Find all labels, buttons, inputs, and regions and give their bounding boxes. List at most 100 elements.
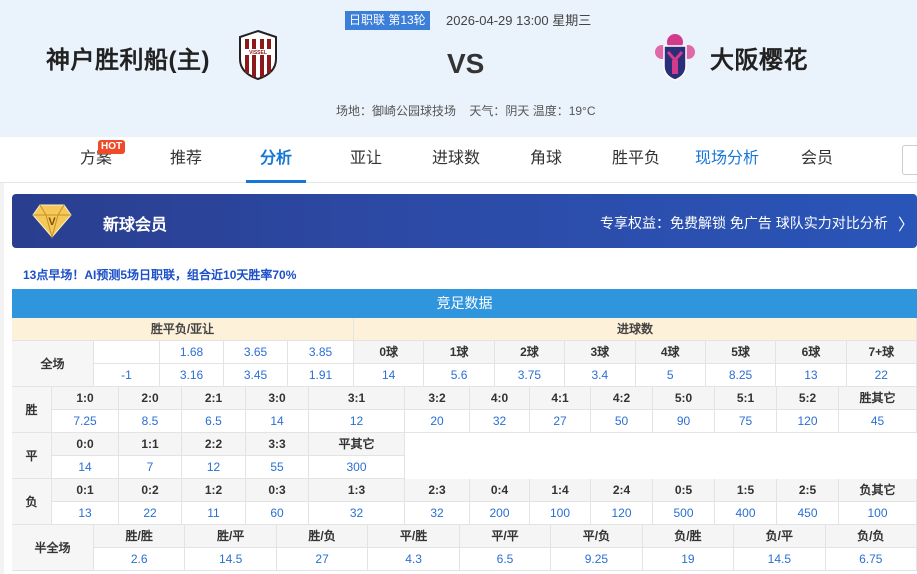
odds-cell[interactable]: 1.68 <box>160 341 224 364</box>
odds-cell[interactable]: -1 <box>94 364 160 387</box>
tab-asian-handicap[interactable]: 亚让 <box>350 137 382 183</box>
odds-cell[interactable]: 12 <box>182 456 246 479</box>
odds-cell[interactable]: 3.45 <box>224 364 288 387</box>
odds-cell[interactable]: 300 <box>309 456 405 479</box>
home-team-name[interactable]: 神户胜利船(主) <box>46 40 210 75</box>
odds-cell[interactable]: 11 <box>182 502 246 525</box>
goals-head-cell: 5球 <box>705 341 777 364</box>
full-time-label: 全场 <box>12 341 94 387</box>
odds-cell[interactable]: 4.3 <box>368 548 460 571</box>
venue-text: 场地：御崎公园球技场 <box>336 104 457 118</box>
odds-cell[interactable]: 6.75 <box>825 548 917 571</box>
odds-cell[interactable]: 8.25 <box>705 364 777 387</box>
member-banner[interactable]: V 新球会员 专享权益：免费解锁 免广告 球队实力对比分析 〉 <box>12 194 917 248</box>
odds-cell[interactable]: 90 <box>653 410 715 433</box>
odds-table: 竞足数据 <box>12 289 917 318</box>
odds-cell[interactable]: 500 <box>653 502 715 525</box>
odds-cell[interactable]: 8.5 <box>119 410 182 433</box>
score-head-cell: 胜其它 <box>839 387 917 410</box>
tab-recommend[interactable]: 推荐 <box>170 137 202 183</box>
odds-cell[interactable]: 120 <box>777 410 839 433</box>
match-header: 日职联 第13轮 2026-04-29 13:00 星期三 神户胜利船(主) V… <box>0 0 917 137</box>
tab-live-analysis[interactable]: 现场分析 <box>695 137 759 183</box>
goals-head-cell: 7+球 <box>846 341 917 364</box>
odds-cell[interactable]: 32 <box>470 410 530 433</box>
odds-cell[interactable]: 60 <box>246 502 309 525</box>
odds-cell[interactable]: 13 <box>776 364 847 387</box>
odds-cell[interactable]: 6.5 <box>182 410 246 433</box>
svg-text:V: V <box>48 216 56 228</box>
score-head-cell: 0:5 <box>653 479 715 502</box>
odds-cell[interactable]: 32 <box>405 502 470 525</box>
score-head-cell: 1:1 <box>119 433 182 456</box>
odds-cell[interactable]: 13 <box>52 502 119 525</box>
odds-cell[interactable]: 200 <box>470 502 530 525</box>
ai-promo-link[interactable]: 13点早场！AI预测5场日职联，组合近10天胜率70% <box>23 266 296 283</box>
odds-cell[interactable]: 1.91 <box>288 364 354 387</box>
left-edge-strip <box>0 183 4 574</box>
odds-cell[interactable]: 9.25 <box>551 548 643 571</box>
score-row-label: 胜 <box>12 387 52 433</box>
odds-cell[interactable]: 3.75 <box>494 364 566 387</box>
goals-head-cell: 1球 <box>424 341 495 364</box>
odds-cell[interactable]: 6.5 <box>459 548 552 571</box>
score-head-cell: 2:0 <box>119 387 182 410</box>
tab-corners[interactable]: 角球 <box>530 137 562 183</box>
odds-cell[interactable]: 400 <box>715 502 777 525</box>
match-datetime: 2026-04-29 13:00 星期三 <box>446 13 592 28</box>
odds-cell[interactable]: 100 <box>839 502 917 525</box>
odds-cell[interactable]: 22 <box>846 364 917 387</box>
odds-cell[interactable]: 22 <box>119 502 182 525</box>
home-team-logo-icon[interactable]: VISSEL <box>236 29 280 81</box>
odds-cell[interactable]: 100 <box>530 502 591 525</box>
odds-cell[interactable]: 14.5 <box>734 548 826 571</box>
spf-handicap-header: 胜平负/亚让 <box>12 318 354 341</box>
score-head-cell: 1:5 <box>715 479 777 502</box>
league-round-badge[interactable]: 日职联 第13轮 <box>345 11 430 30</box>
svg-text:VISSEL: VISSEL <box>249 50 267 56</box>
tab-win-draw-lose[interactable]: 胜平负 <box>612 137 660 183</box>
score-head-cell: 0:3 <box>246 479 309 502</box>
odds-cell[interactable]: 14 <box>246 410 309 433</box>
tab-membership[interactable]: 会员 <box>801 137 833 183</box>
odds-cell[interactable]: 5 <box>635 364 706 387</box>
odds-cell[interactable]: 2.6 <box>94 548 186 571</box>
odds-cell[interactable]: 55 <box>246 456 309 479</box>
odds-cell[interactable]: 14 <box>52 456 119 479</box>
odds-cell[interactable]: 450 <box>777 502 839 525</box>
odds-cell[interactable]: 27 <box>530 410 591 433</box>
away-team-name[interactable]: 大阪樱花 <box>710 40 808 75</box>
odds-cell[interactable]: 12 <box>309 410 405 433</box>
tab-analysis[interactable]: 分析 <box>245 137 307 183</box>
odds-cell[interactable]: 7.25 <box>52 410 119 433</box>
odds-cell[interactable] <box>94 341 160 364</box>
odds-cell[interactable]: 45 <box>839 410 917 433</box>
odds-cell[interactable]: 5.6 <box>424 364 495 387</box>
away-team-logo-icon[interactable] <box>650 28 700 82</box>
odds-cell[interactable]: 3.4 <box>565 364 636 387</box>
odds-cell[interactable]: 7 <box>119 456 182 479</box>
odds-cell[interactable]: 75 <box>715 410 777 433</box>
odds-cell[interactable]: 19 <box>642 548 735 571</box>
score-head-cell: 1:4 <box>530 479 591 502</box>
odds-cell[interactable]: 3.16 <box>160 364 224 387</box>
odds-cell[interactable]: 50 <box>591 410 653 433</box>
score-head-cell: 3:3 <box>246 433 309 456</box>
odds-cell[interactable]: 14.5 <box>185 548 277 571</box>
odds-cell[interactable]: 120 <box>591 502 653 525</box>
half-full-label: 半全场 <box>12 525 94 571</box>
odds-cell[interactable]: 20 <box>405 410 470 433</box>
score-head-cell: 1:3 <box>309 479 405 502</box>
tab-goals[interactable]: 进球数 <box>432 137 480 183</box>
odds-cell[interactable]: 3.65 <box>224 341 288 364</box>
score-row-label: 负 <box>12 479 52 525</box>
odds-cell[interactable]: 32 <box>309 502 405 525</box>
search-box-edge[interactable] <box>902 145 917 175</box>
score-head-cell: 3:0 <box>246 387 309 410</box>
odds-cell[interactable]: 3.85 <box>288 341 354 364</box>
odds-cell[interactable]: 14 <box>354 364 425 387</box>
score-head-cell: 2:4 <box>591 479 653 502</box>
score-head-cell: 0:0 <box>52 433 119 456</box>
vs-label: VS <box>447 48 485 79</box>
odds-cell[interactable]: 27 <box>276 548 369 571</box>
